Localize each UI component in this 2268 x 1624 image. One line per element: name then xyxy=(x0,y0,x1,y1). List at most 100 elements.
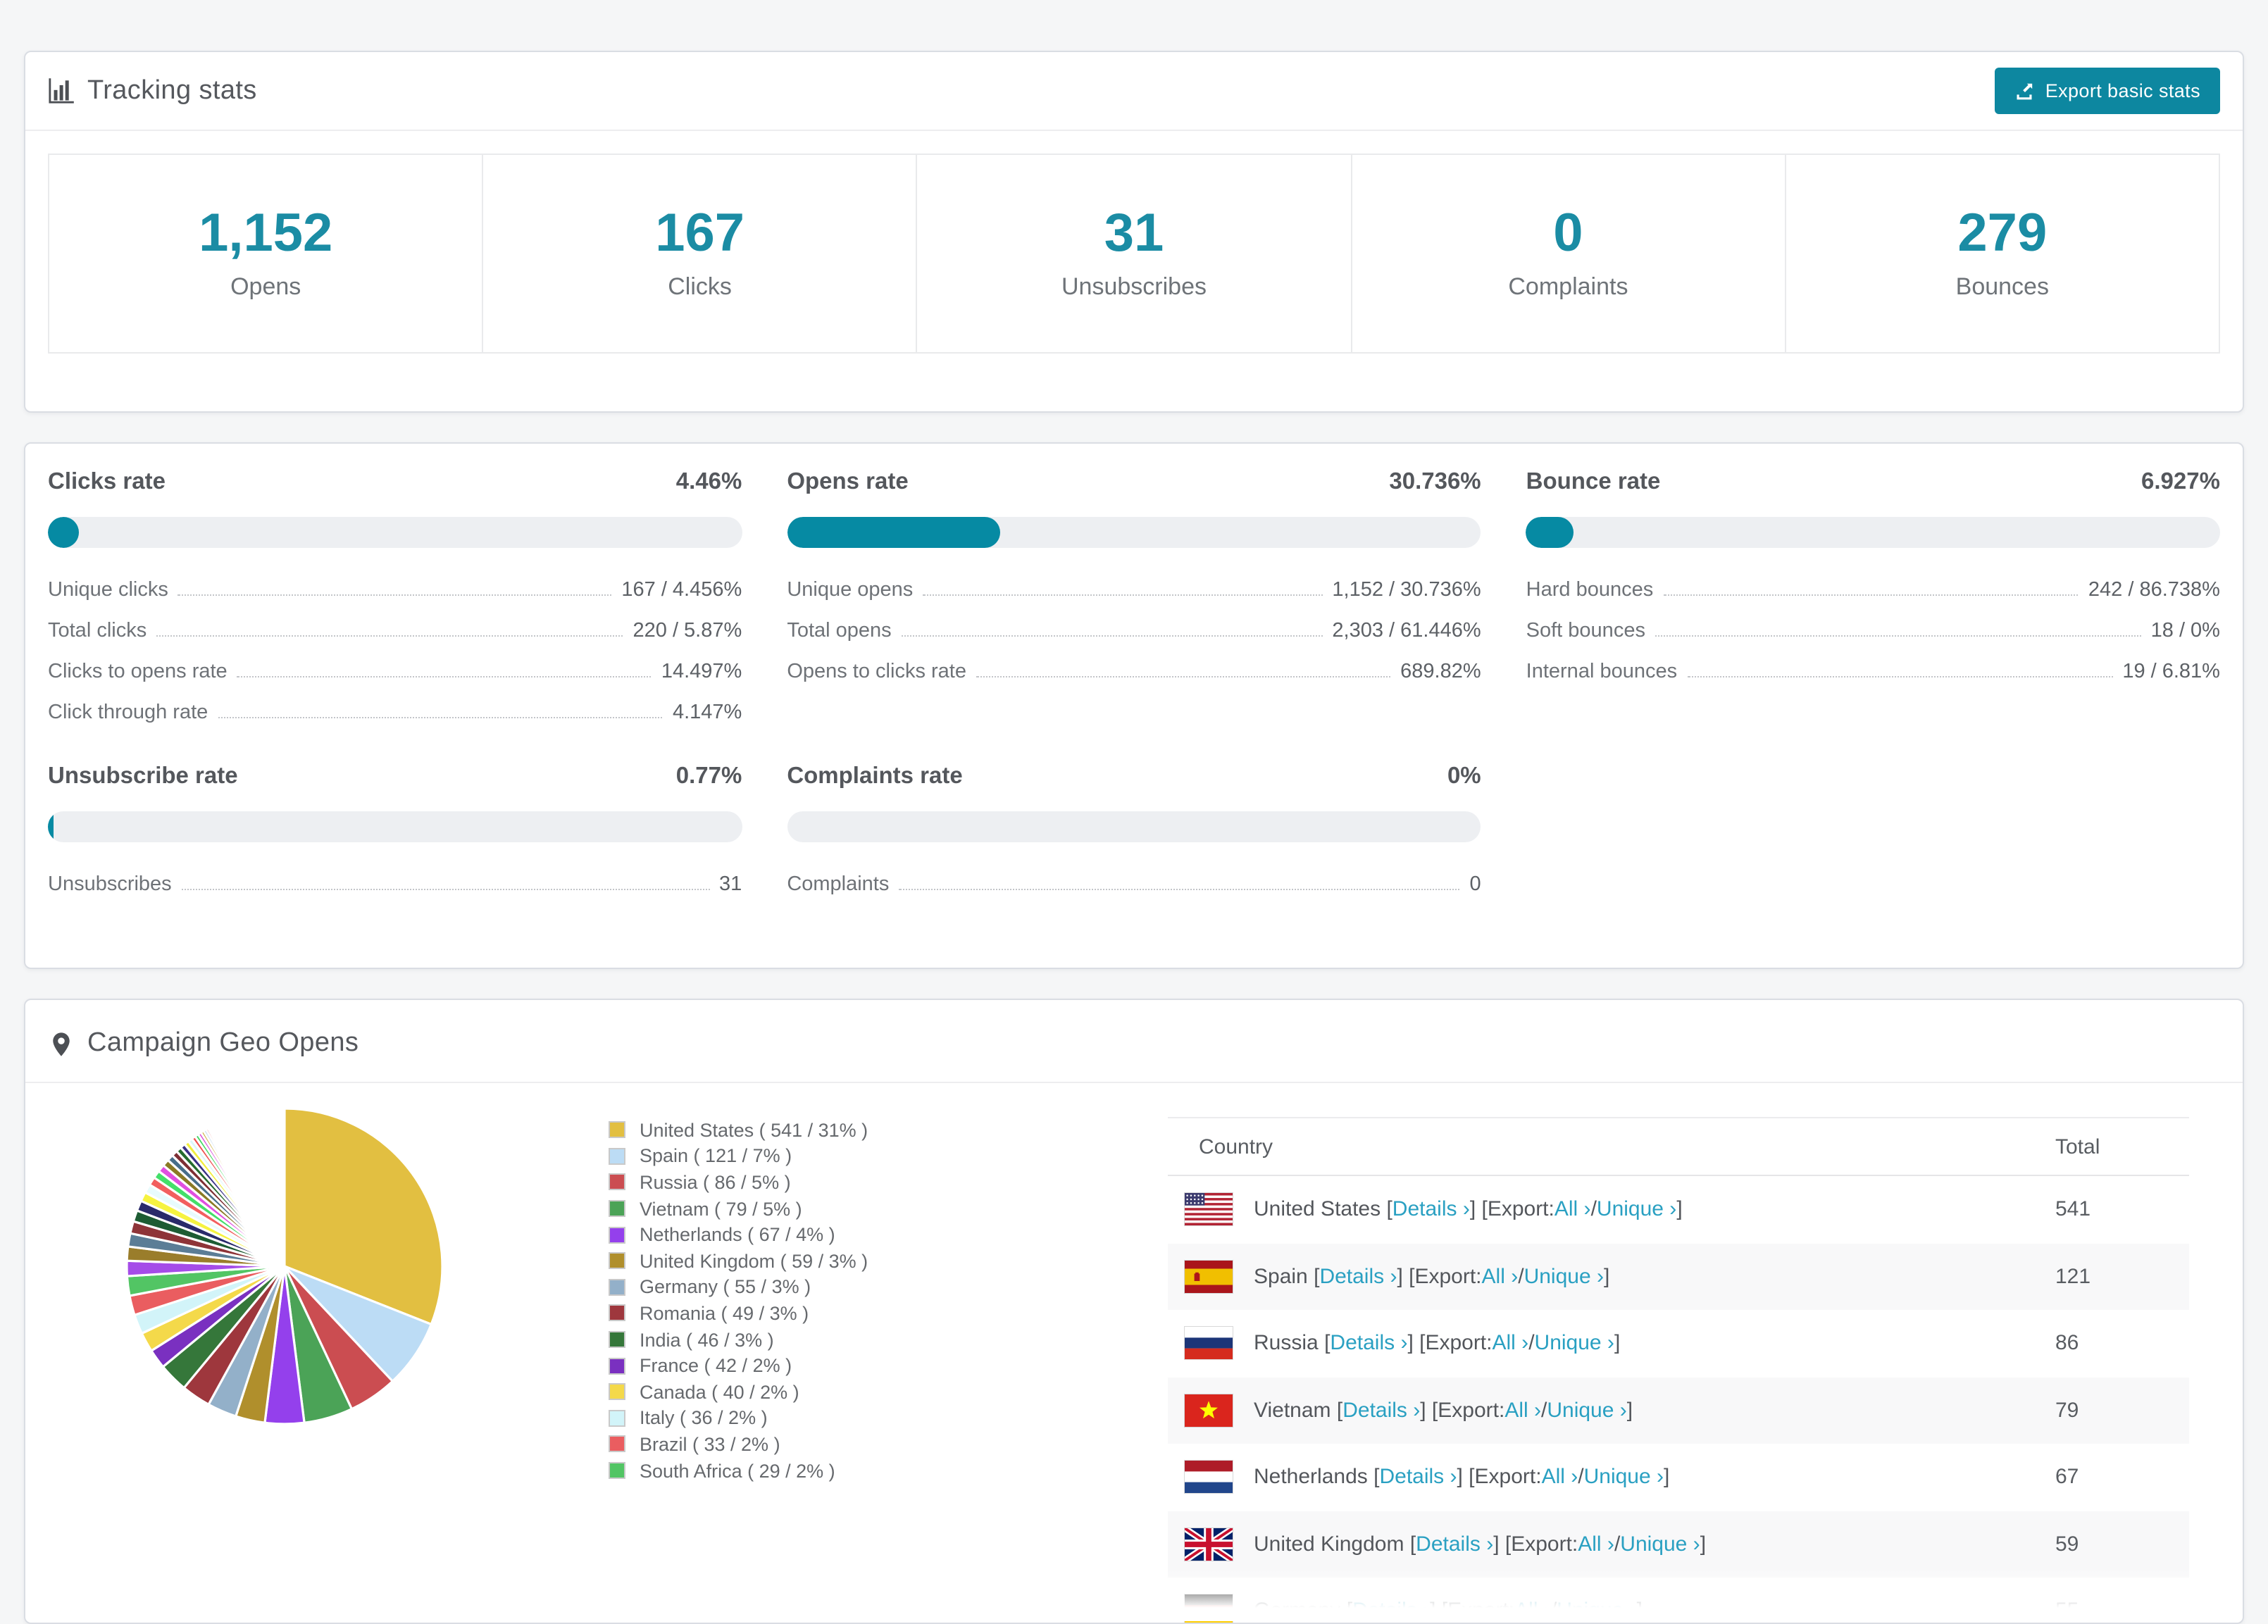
details-link[interactable]: Details › xyxy=(1319,1265,1397,1289)
export-all-link[interactable]: All › xyxy=(1514,1599,1551,1623)
country-cell: Netherlands [Details ›] [Export: All › /… xyxy=(1168,1461,2055,1494)
legend-label: India ( 46 / 3% ) xyxy=(640,1329,774,1350)
legend-item[interactable]: Netherlands ( 67 / 4% ) xyxy=(609,1222,868,1248)
table-row: United Kingdom [Details ›] [Export: All … xyxy=(1168,1511,2189,1578)
rate-row-label: Hard bounces xyxy=(1526,578,1654,601)
legend-label: Spain ( 121 / 7% ) xyxy=(640,1146,792,1167)
legend-item[interactable]: Canada ( 40 / 2% ) xyxy=(609,1379,868,1405)
details-link[interactable]: Details › xyxy=(1392,1198,1470,1222)
legend-item[interactable]: United States ( 541 / 31% ) xyxy=(609,1117,868,1143)
dotted-leader xyxy=(923,594,1322,595)
flag-ru-icon xyxy=(1185,1328,1233,1360)
stat-label: Opens xyxy=(230,273,301,301)
country-name: Germany xyxy=(1254,1599,1347,1623)
export-all-link[interactable]: All › xyxy=(1554,1198,1591,1222)
stat-box-complaints: 0 Complaints xyxy=(1350,154,1786,354)
column-header-country: Country xyxy=(1168,1135,2055,1158)
rate-row: Unique clicks167 / 4.456% xyxy=(48,569,742,610)
legend-item[interactable]: United Kingdom ( 59 / 3% ) xyxy=(609,1248,868,1274)
stat-box-clicks: 167Clicks xyxy=(482,154,917,354)
legend-label: Italy ( 36 / 2% ) xyxy=(640,1408,768,1429)
details-link[interactable]: Details › xyxy=(1330,1332,1407,1356)
flag-us-icon xyxy=(1185,1194,1233,1226)
rate-value: 6.927% xyxy=(2141,469,2220,496)
flag-de-icon xyxy=(1185,1595,1233,1624)
geo-table-header: CountryTotal xyxy=(1168,1117,2189,1176)
stat-label: Bounces xyxy=(1956,273,2049,301)
legend-swatch xyxy=(609,1253,625,1270)
rate-title: Bounce rate xyxy=(1526,469,1661,496)
export-all-link[interactable]: All › xyxy=(1482,1265,1519,1289)
legend-swatch xyxy=(609,1148,625,1165)
table-row: Spain [Details ›] [Export: All › / Uniqu… xyxy=(1168,1243,2189,1310)
details-link[interactable]: Details › xyxy=(1416,1532,1493,1556)
details-link[interactable]: Details › xyxy=(1352,1599,1430,1623)
page-title: Tracking stats xyxy=(87,75,257,106)
legend-swatch xyxy=(609,1226,625,1243)
rate-value: 4.46% xyxy=(676,469,742,496)
export-unique-link[interactable]: Unique › xyxy=(1584,1466,1664,1489)
bracket: ] [Export: xyxy=(1430,1599,1514,1623)
flag-vn-icon xyxy=(1185,1394,1233,1427)
flag-es-icon xyxy=(1185,1261,1233,1293)
export-unique-link[interactable]: Unique › xyxy=(1620,1532,1700,1556)
bracket: [ xyxy=(1337,1399,1342,1423)
export-button-label: Export basic stats xyxy=(2045,80,2200,101)
rate-row-label: Unsubscribes xyxy=(48,873,172,895)
export-unique-link[interactable]: Unique › xyxy=(1535,1332,1614,1356)
bracket: [ xyxy=(1410,1532,1416,1556)
flag-gb-icon xyxy=(1185,1528,1233,1561)
rate-row-label: Unique clicks xyxy=(48,578,168,601)
legend-item[interactable]: France ( 42 / 2% ) xyxy=(609,1353,868,1379)
stat-label: Complaints xyxy=(1508,273,1628,301)
legend-item[interactable]: Italy ( 36 / 2% ) xyxy=(609,1405,868,1431)
export-all-link[interactable]: All › xyxy=(1504,1399,1541,1423)
legend-label: South Africa ( 29 / 2% ) xyxy=(640,1460,835,1481)
rate-row-value: 19 / 6.81% xyxy=(2122,660,2220,682)
legend-item[interactable]: India ( 46 / 3% ) xyxy=(609,1327,868,1353)
table-row: Vietnam [Details ›] [Export: All › / Uni… xyxy=(1168,1377,2189,1444)
legend-item[interactable]: Romania ( 49 / 3% ) xyxy=(609,1300,868,1326)
dotted-leader xyxy=(899,888,1459,889)
export-unique-link[interactable]: Unique › xyxy=(1557,1599,1636,1623)
export-unique-link[interactable]: Unique › xyxy=(1547,1399,1626,1423)
rate-head: Bounce rate 6.927% xyxy=(1526,469,2220,496)
geo-pie-chart[interactable] xyxy=(116,1097,454,1442)
map-pin-icon xyxy=(48,1030,75,1057)
dotted-leader xyxy=(976,675,1390,677)
rates-card: Clicks rate4.46%Unique clicks167 / 4.456… xyxy=(24,442,2244,969)
rate-head: Unsubscribe rate0.77% xyxy=(48,763,742,790)
details-link[interactable]: Details › xyxy=(1342,1399,1420,1423)
details-link[interactable]: Details › xyxy=(1379,1466,1457,1489)
progress-bar-fill xyxy=(48,811,54,842)
legend-item[interactable]: Spain ( 121 / 7% ) xyxy=(609,1143,868,1169)
bracket: ] [Export: xyxy=(1420,1399,1504,1423)
rate-row-label: Soft bounces xyxy=(1526,619,1645,642)
legend-label: Brazil ( 33 / 2% ) xyxy=(640,1434,780,1455)
export-all-link[interactable]: All › xyxy=(1493,1332,1529,1356)
legend-item[interactable]: Russia ( 86 / 5% ) xyxy=(609,1169,868,1195)
export-unique-link[interactable]: Unique › xyxy=(1524,1265,1604,1289)
export-all-link[interactable]: All › xyxy=(1578,1532,1614,1556)
table-row: Germany [Details ›] [Export: All › / Uni… xyxy=(1168,1578,2189,1624)
export-all-link[interactable]: All › xyxy=(1542,1466,1578,1489)
bracket: / xyxy=(1528,1332,1534,1356)
stat-value: 0 xyxy=(1553,206,1583,260)
legend-item[interactable]: Germany ( 55 / 3% ) xyxy=(609,1274,868,1300)
dotted-leader xyxy=(1655,635,2141,636)
rate-row-label: Click through rate xyxy=(48,701,208,723)
rate-value: 30.736% xyxy=(1389,469,1481,496)
export-unique-link[interactable]: Unique › xyxy=(1597,1198,1676,1222)
export-basic-stats-button[interactable]: Export basic stats xyxy=(1995,68,2220,114)
rate-title: Unsubscribe rate xyxy=(48,763,238,790)
dotted-leader xyxy=(182,888,709,889)
legend-item[interactable]: Vietnam ( 79 / 5% ) xyxy=(609,1196,868,1222)
bracket: / xyxy=(1541,1399,1547,1423)
rate-row-label: Opens to clicks rate xyxy=(787,660,966,682)
legend-item[interactable]: Brazil ( 33 / 2% ) xyxy=(609,1431,868,1457)
rate-row-value: 14.497% xyxy=(661,660,742,682)
legend-item[interactable]: South Africa ( 29 / 2% ) xyxy=(609,1457,868,1483)
geo-table: CountryTotalUnited States [Details ›] [E… xyxy=(1168,1117,2189,1624)
rate-row: Hard bounces242 / 86.738% xyxy=(1526,569,2220,610)
legend-swatch xyxy=(609,1200,625,1217)
